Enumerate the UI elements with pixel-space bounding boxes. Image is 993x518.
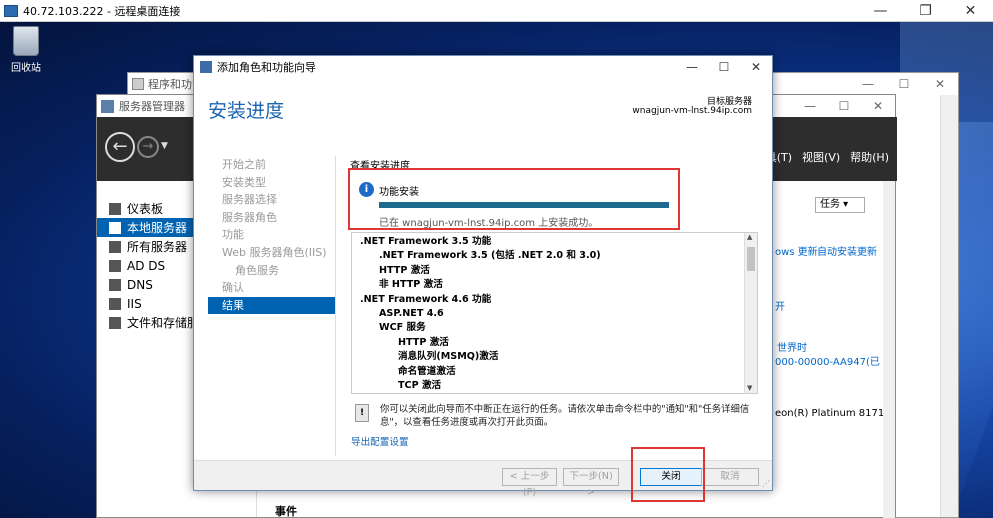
sm-minimize-button[interactable]: — — [793, 95, 827, 117]
product-id-link[interactable]: 000-00000-AA947(已 — [775, 353, 880, 368]
cpu-info: eon(R) Platinum 8171 — [775, 408, 885, 419]
resize-grip-icon[interactable]: ⋰ — [762, 479, 770, 488]
programs-minimize-button[interactable]: — — [850, 73, 886, 95]
rdp-minimize-button[interactable]: — — [858, 0, 903, 22]
export-config-link[interactable]: 导出配置设置 — [351, 434, 409, 448]
close-button-highlight — [631, 447, 705, 502]
list-item: HTTP 激活 — [379, 264, 430, 276]
sidebar-item-label: 仪表板 — [127, 202, 164, 216]
iis-icon — [109, 297, 121, 310]
list-item: .NET Framework 3.5 功能 — [360, 236, 492, 247]
step-features: 功能 — [222, 228, 244, 242]
step-before-you-begin: 开始之前 — [222, 158, 266, 171]
auto-install-link[interactable]: 自动安装更新 — [817, 243, 877, 258]
windows-update-link[interactable]: ows 更新 — [775, 243, 818, 258]
progress-fill — [379, 202, 669, 208]
server-icon — [109, 221, 121, 234]
step-server-selection: 服务器选择 — [222, 193, 277, 207]
step-web-server-role: Web 服务器角色(IIS) — [222, 245, 327, 259]
server-manager-icon — [101, 99, 114, 113]
servers-icon — [109, 240, 121, 253]
list-item: HTTP 激活 — [398, 336, 449, 348]
install-progress-bar — [379, 202, 669, 208]
programs-maximize-button[interactable]: ☐ — [886, 73, 922, 95]
list-item: TCP 激活 — [398, 379, 442, 391]
wizard-close-button[interactable]: ✕ — [740, 56, 772, 78]
storage-icon — [109, 316, 121, 329]
tasks-dropdown[interactable]: 任务 ▾ — [815, 197, 865, 213]
rdp-close-button[interactable]: ✕ — [948, 0, 993, 22]
installed-features-list[interactable]: .NET Framework 3.5 功能 .NET Framework 3.5… — [351, 232, 758, 394]
sidebar-item-label: 本地服务器 — [127, 221, 188, 235]
wizard-window-title: 添加角色和功能向导 — [217, 61, 316, 74]
step-server-roles: 服务器角色 — [222, 210, 277, 224]
install-success-message: 已在 wnagjun-vm-lnst.94ip.com 上安装成功。 — [379, 218, 599, 229]
dashboard-icon — [109, 202, 121, 215]
menu-view[interactable]: 视图(V) — [802, 149, 840, 165]
rdp-app-icon — [4, 4, 18, 17]
feature-install-label: 功能安装 — [379, 187, 419, 198]
previous-button[interactable]: < 上一步(P) — [502, 468, 557, 498]
forward-arrow-icon[interactable]: → — [137, 136, 159, 158]
list-item: 消息队列(MSMQ)激活 — [398, 351, 499, 363]
events-heading: 事件 — [275, 505, 297, 518]
rdp-maximize-button[interactable]: ❐ — [903, 0, 948, 22]
target-server-name: wnagjun-vm-lnst.94ip.com — [632, 106, 752, 116]
scroll-down-icon[interactable]: ▼ — [747, 384, 752, 392]
server-manager-scrollbar[interactable] — [883, 181, 895, 518]
recycle-bin-label: 回收站 — [11, 63, 41, 74]
rdp-window-title: 40.72.103.222 - 远程桌面连接 — [23, 4, 181, 18]
sidebar-item-label: DNS — [127, 277, 153, 292]
sidebar-item-label: AD DS — [127, 258, 166, 273]
rdp-title-bar: 40.72.103.222 - 远程桌面连接 — ❐ ✕ — [0, 0, 993, 22]
list-item: ASP.NET 4.6 — [379, 307, 444, 319]
server-manager-title: 服务器管理器 — [119, 100, 185, 113]
cancel-button[interactable]: 取消 — [701, 468, 759, 486]
chevron-down-icon[interactable]: ▼ — [161, 141, 168, 151]
step-confirmation: 确认 — [222, 281, 244, 295]
sidebar-item-label: IIS — [127, 296, 142, 311]
steps-divider — [335, 156, 336, 456]
list-item: WCF 服务 — [379, 322, 426, 334]
programs-scrollbar[interactable] — [940, 95, 958, 517]
list-item: .NET Framework 3.5 (包括 .NET 2.0 和 3.0) — [379, 250, 601, 262]
ad-icon — [109, 259, 121, 272]
sm-maximize-button[interactable]: ☐ — [827, 95, 861, 117]
add-roles-wizard-window: 添加角色和功能向导 — ☐ ✕ 安装进度 目标服务器 wnagjun-vm-ln… — [193, 55, 773, 502]
programs-window-icon — [132, 78, 144, 90]
note-flag-icon: ! — [355, 404, 369, 422]
next-button[interactable]: 下一步(N) > — [563, 468, 619, 498]
wizard-app-icon — [200, 61, 212, 73]
tasks-label: 任务 — [820, 199, 840, 210]
step-results[interactable]: 结果 — [208, 296, 335, 315]
page-title: 安装进度 — [208, 100, 285, 122]
scroll-up-icon[interactable]: ▲ — [747, 233, 752, 241]
install-progress-panel: i 功能安装 已在 wnagjun-vm-lnst.94ip.com 上安装成功… — [348, 168, 680, 230]
recycle-bin-icon — [13, 26, 39, 56]
sm-close-button[interactable]: ✕ — [861, 95, 895, 117]
wizard-minimize-button[interactable]: — — [676, 56, 708, 78]
programs-close-button[interactable]: ✕ — [922, 73, 958, 95]
menu-help[interactable]: 帮助(H) — [850, 149, 889, 165]
wizard-steps-nav: 开始之前 安装类型 服务器选择 服务器角色 功能 Web 服务器角色(IIS) … — [208, 156, 335, 315]
wizard-maximize-button[interactable]: ☐ — [708, 56, 740, 78]
open-link[interactable]: 开 — [775, 298, 785, 313]
list-item: 非 HTTP 激活 — [379, 279, 443, 291]
step-installation-type: 安装类型 — [222, 175, 266, 189]
list-item: 命名管道激活 — [398, 365, 456, 377]
step-role-services: 角色服务 — [235, 263, 279, 277]
sidebar-item-label: 所有服务器 — [127, 240, 188, 254]
features-scrollbar[interactable]: ▲ ▼ — [744, 233, 757, 393]
back-arrow-icon[interactable]: ← — [105, 132, 135, 162]
world-time-link[interactable]: 世界时 — [777, 339, 807, 354]
scroll-thumb[interactable] — [747, 247, 755, 271]
close-wizard-note: 你可以关闭此向导而不中断正在运行的任务。请依次单击命令栏中的"通知"和"任务详细… — [380, 404, 750, 428]
info-icon: i — [359, 182, 374, 197]
dns-icon — [109, 278, 121, 291]
list-item: .NET Framework 4.6 功能 — [360, 293, 492, 305]
recycle-bin-shortcut[interactable]: 回收站 — [6, 26, 46, 74]
